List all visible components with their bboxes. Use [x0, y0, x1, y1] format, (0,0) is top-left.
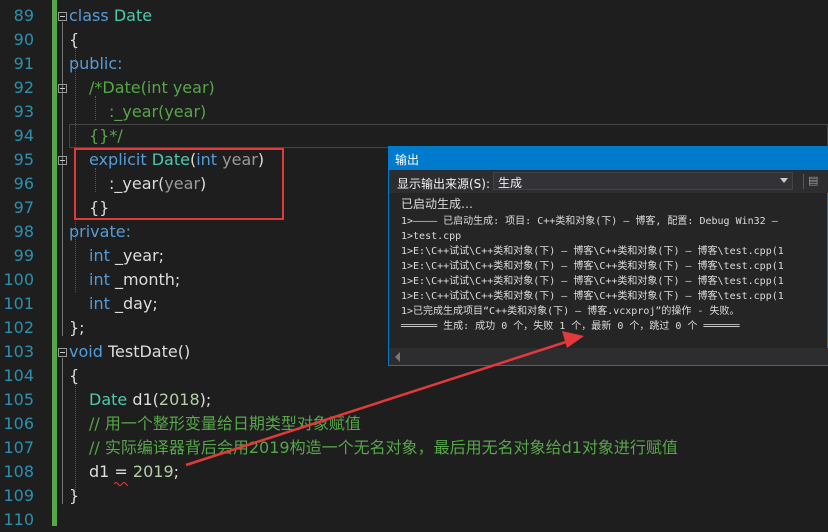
- annotation-arrow: [185, 331, 584, 467]
